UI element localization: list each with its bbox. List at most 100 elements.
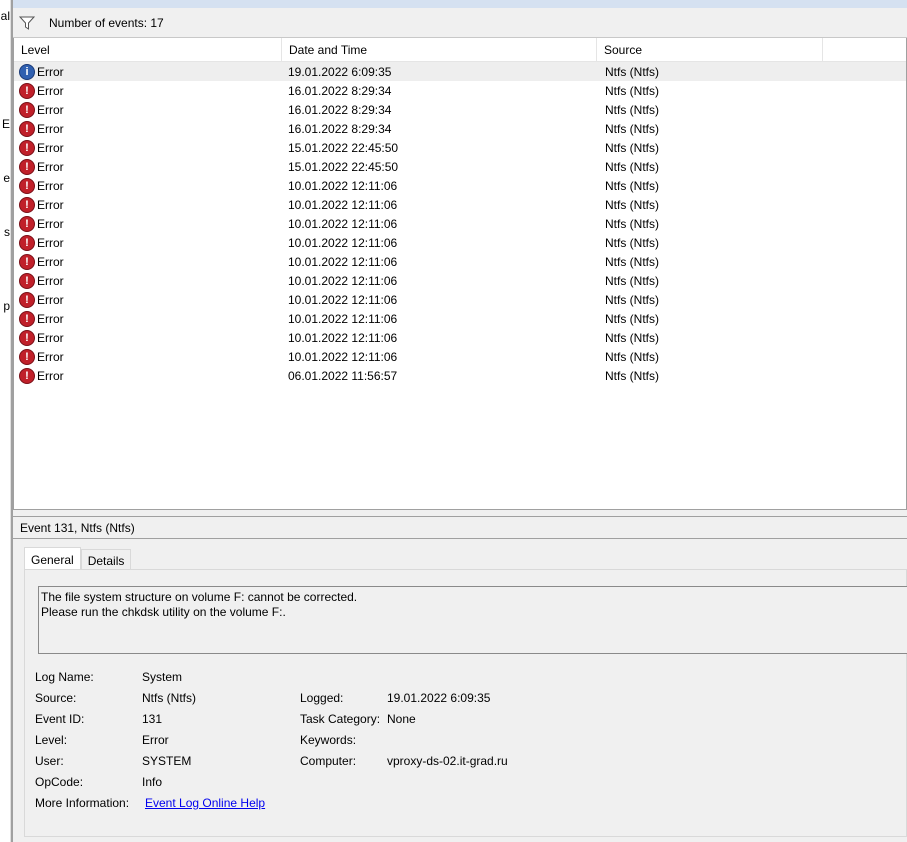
keywords-label: Keywords: [300,733,357,747]
opcode-label: OpCode: [35,775,84,789]
source-cell: Ntfs (Ntfs) [605,197,659,212]
date-time-cell: 15.01.2022 22:45:50 [288,159,399,174]
event-row[interactable]: ! Error 10.01.2022 12:11:06 Ntfs (Ntfs) [14,290,906,309]
date-time-cell: 16.01.2022 8:29:34 [288,121,392,136]
event-row[interactable]: ! Error 10.01.2022 12:11:06 Ntfs (Ntfs) [14,233,906,252]
level-text: Error [37,83,64,98]
error-icon: ! [19,82,35,99]
level-label: Level: [35,733,68,747]
user-label: User: [35,754,64,768]
info-icon: i [19,63,35,80]
opcode-value: Info [142,775,163,789]
level-cell: ! Error [14,234,282,251]
title-bar [13,0,907,8]
filter-icon[interactable] [19,16,35,30]
horizontal-splitter[interactable] [13,510,907,517]
event-row[interactable]: ! Error 10.01.2022 12:11:06 Ntfs (Ntfs) [14,252,906,271]
level-text: Error [37,368,64,383]
source-value: Ntfs (Ntfs) [142,691,196,705]
column-header-level[interactable]: Level [14,38,282,61]
tab-general[interactable]: General [24,547,81,571]
level-text: Error [37,292,64,307]
event-row[interactable]: ! Error 10.01.2022 12:11:06 Ntfs (Ntfs) [14,347,906,366]
level-text: Error [37,235,64,250]
level-cell: ! Error [14,215,282,232]
error-icon: ! [19,196,35,213]
error-icon: ! [19,272,35,289]
level-cell: ! Error [14,272,282,289]
general-tab-content: The file system structure on volume F: c… [24,569,907,837]
source-cell: Ntfs (Ntfs) [605,159,659,174]
level-cell: ! Error [14,82,282,99]
log-name-value: System [142,670,183,684]
level-cell: ! Error [14,139,282,156]
date-time-cell: 10.01.2022 12:11:06 [288,330,398,345]
level-cell: ! Error [14,101,282,118]
level-text: Error [37,216,64,231]
level-text: Error [37,140,64,155]
event-count-bar: Number of events: 17 [13,8,907,38]
message-line: Please run the chkdsk utility on the vol… [41,605,286,619]
level-cell: ! Error [14,177,282,194]
date-time-cell: 06.01.2022 11:56:57 [288,368,398,383]
error-icon: ! [19,120,35,137]
event-row[interactable]: ! Error 15.01.2022 22:45:50 Ntfs (Ntfs) [14,138,906,157]
event-row[interactable]: ! Error 10.01.2022 12:11:06 Ntfs (Ntfs) [14,309,906,328]
date-time-cell: 10.01.2022 12:11:06 [288,178,398,193]
error-icon: ! [19,101,35,118]
navigation-pane-fragment: al E e s p [0,0,10,842]
source-cell: Ntfs (Ntfs) [605,368,659,383]
source-cell: Ntfs (Ntfs) [605,349,659,364]
level-cell: ! Error [14,291,282,308]
event-row[interactable]: i Error 19.01.2022 6:09:35 Ntfs (Ntfs) [14,62,906,81]
event-list[interactable]: Level Date and Time Source i Error 19.01.2… [13,38,907,510]
column-header-date-time[interactable]: Date and Time [282,38,597,61]
event-row[interactable]: ! Error 16.01.2022 8:29:34 Ntfs (Ntfs) [14,81,906,100]
level-text: Error [37,311,64,326]
error-icon: ! [19,234,35,251]
event-id-value: 131 [142,712,163,726]
event-row[interactable]: ! Error 10.01.2022 12:11:06 Ntfs (Ntfs) [14,195,906,214]
column-header-source[interactable]: Source [597,38,823,61]
error-icon: ! [19,348,35,365]
nav-fragment: e [3,171,10,185]
tab-details[interactable]: Details [80,549,132,571]
error-icon: ! [19,367,35,384]
error-icon: ! [19,215,35,232]
source-cell: Ntfs (Ntfs) [605,121,659,136]
source-cell: Ntfs (Ntfs) [605,235,659,250]
source-cell: Ntfs (Ntfs) [605,140,659,155]
date-time-cell: 10.01.2022 12:11:06 [288,349,398,364]
nav-fragment: p [3,299,10,313]
date-time-cell: 15.01.2022 22:45:50 [288,140,399,155]
level-cell: ! Error [14,310,282,327]
event-row[interactable]: ! Error 10.01.2022 12:11:06 Ntfs (Ntfs) [14,271,906,290]
event-log-online-help-link[interactable]: Event Log Online Help [145,796,265,810]
source-cell: Ntfs (Ntfs) [605,64,659,79]
event-message[interactable]: The file system structure on volume F: c… [38,586,907,654]
event-row[interactable]: ! Error 10.01.2022 12:11:06 Ntfs (Ntfs) [14,214,906,233]
level-text: Error [37,178,64,193]
event-row[interactable]: ! Error 16.01.2022 8:29:34 Ntfs (Ntfs) [14,119,906,138]
source-cell: Ntfs (Ntfs) [605,292,659,307]
error-icon: ! [19,177,35,194]
level-cell: ! Error [14,253,282,270]
source-label: Source: [35,691,77,705]
event-row[interactable]: ! Error 15.01.2022 22:45:50 Ntfs (Ntfs) [14,157,906,176]
nav-fragment: al [0,9,10,23]
task-category-label: Task Category: [300,712,381,726]
error-icon: ! [19,329,35,346]
event-row[interactable]: ! Error 10.01.2022 12:11:06 Ntfs (Ntfs) [14,176,906,195]
level-cell: ! Error [14,367,282,384]
event-row[interactable]: ! Error 16.01.2022 8:29:34 Ntfs (Ntfs) [14,100,906,119]
more-info-label: More Information: [35,796,130,810]
date-time-cell: 16.01.2022 8:29:34 [288,102,392,117]
event-row[interactable]: ! Error 06.01.2022 11:56:57 Ntfs (Ntfs) [14,366,906,385]
event-count: Number of events: 17 [49,15,164,30]
date-time-cell: 10.01.2022 12:11:06 [288,311,398,326]
event-row[interactable]: ! Error 10.01.2022 12:11:06 Ntfs (Ntfs) [14,328,906,347]
level-text: Error [37,121,64,136]
level-text: Error [37,64,64,79]
nav-fragment: E [1,117,10,131]
date-time-cell: 10.01.2022 12:11:06 [288,292,398,307]
